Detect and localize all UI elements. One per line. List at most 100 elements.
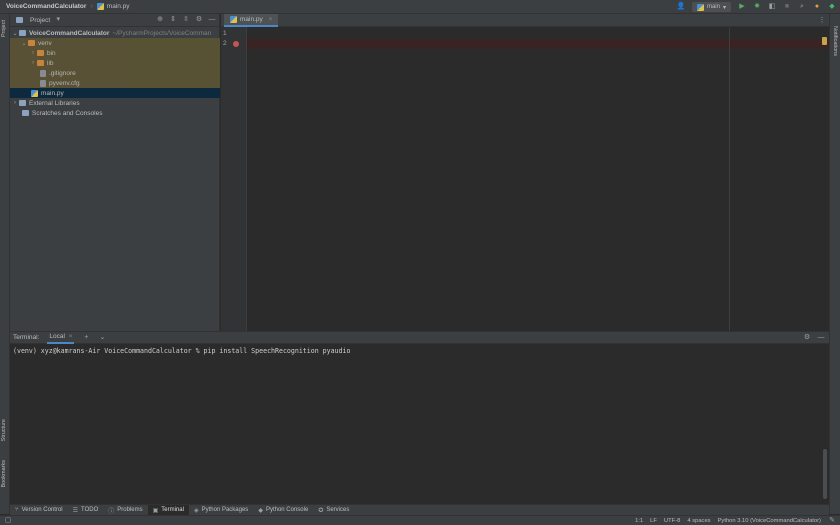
- project-panel-tools: ⊕ ⇕ ⇳ ⚙ —: [156, 16, 216, 24]
- tool-python-console[interactable]: ◆ Python Console: [253, 505, 313, 516]
- tool-label: TODO: [81, 507, 99, 513]
- tree-item-scratches[interactable]: Scratches and Consoles: [10, 108, 220, 118]
- line-number: 1: [223, 30, 227, 37]
- editor-gutter[interactable]: 1 2: [221, 27, 247, 331]
- services-icon: ✪: [318, 507, 324, 514]
- tree-item-bin[interactable]: › bin: [10, 48, 220, 58]
- new-terminal-icon[interactable]: +: [82, 334, 90, 342]
- terminal-tab-label: Local: [49, 333, 65, 340]
- tool-todo[interactable]: ☰ TODO: [68, 505, 104, 516]
- structure-tool-window-button[interactable]: Structure: [1, 419, 7, 441]
- project-view-icon: [16, 17, 23, 23]
- hide-panel-icon[interactable]: —: [817, 334, 825, 342]
- tree-item-gitignore[interactable]: .gitignore: [10, 68, 220, 78]
- folder-icon: [37, 60, 44, 66]
- right-margin-guide: [729, 27, 730, 331]
- breakpoint-icon[interactable]: [233, 41, 239, 47]
- packages-icon: ◈: [193, 507, 199, 514]
- run-icon[interactable]: ▶: [738, 3, 746, 11]
- python-interpreter[interactable]: Python 3.10 (VoiceCommandCalculator): [718, 518, 821, 524]
- line-separator[interactable]: LF: [650, 518, 657, 524]
- tree-item-lib[interactable]: › lib: [10, 58, 220, 68]
- text-file-icon: [40, 69, 46, 77]
- tool-problems[interactable]: ⓘ Problems: [103, 505, 147, 516]
- config-file-icon: [40, 79, 46, 87]
- tree-item-external-libraries[interactable]: › External Libraries: [10, 98, 220, 108]
- file-encoding[interactable]: UTF-8: [664, 518, 680, 524]
- terminal-output[interactable]: (venv) xyz@kamrans-Air VoiceCommandCalcu…: [10, 344, 829, 504]
- readonly-lock-icon[interactable]: ✎: [828, 517, 836, 525]
- chevron-down-icon[interactable]: ⌄: [11, 30, 19, 37]
- tree-item-label: venv: [38, 39, 52, 47]
- code-editor[interactable]: [247, 27, 829, 331]
- caret-position[interactable]: 1:1: [635, 518, 643, 524]
- terminal-icon: ▣: [152, 507, 159, 514]
- locate-file-icon[interactable]: ⊕: [156, 16, 164, 24]
- inspection-warning-marker[interactable]: [822, 37, 827, 45]
- tool-services[interactable]: ✪ Services: [313, 505, 354, 516]
- notifications-tool-window-button[interactable]: Notifications: [832, 26, 838, 56]
- folder-icon: [37, 50, 44, 56]
- tool-python-packages[interactable]: ◈ Python Packages: [189, 505, 253, 516]
- tree-item-pyvenv-cfg[interactable]: pyvenv.cfg: [10, 78, 220, 88]
- chevron-down-icon[interactable]: ⌄: [20, 40, 28, 47]
- navbar-actions: 👤 main ▾ ▶ ✹ ◧ ■ ⌕ ● ◆: [677, 0, 836, 14]
- project-tool-window-button[interactable]: Project: [1, 20, 7, 37]
- search-everywhere-icon[interactable]: ⌕: [798, 3, 806, 11]
- tree-item-label: bin: [47, 49, 56, 57]
- tree-item-project-root[interactable]: ⌄ VoiceCommandCalculator ~/PycharmProjec…: [10, 28, 220, 38]
- terminal-scrollbar[interactable]: [823, 449, 827, 499]
- list-icon: ☰: [72, 507, 79, 514]
- user-icon[interactable]: 👤: [677, 3, 686, 11]
- project-panel-header: Project ▾ ⊕ ⇕ ⇳ ⚙ —: [10, 14, 219, 27]
- expand-all-icon[interactable]: ⇕: [169, 16, 177, 24]
- ide-logo-icon[interactable]: ◆: [828, 3, 836, 11]
- toggle-tool-windows-icon[interactable]: ▢: [4, 517, 12, 525]
- tool-label: Version Control: [21, 507, 63, 513]
- gear-icon[interactable]: ⚙: [195, 16, 203, 24]
- tool-label: Python Console: [265, 507, 309, 513]
- tree-item-label: VoiceCommandCalculator: [29, 29, 110, 37]
- tab-main-py[interactable]: main.py ×: [224, 14, 279, 27]
- tree-item-venv[interactable]: ⌄ venv: [10, 38, 220, 48]
- run-configuration-select[interactable]: main ▾: [691, 2, 731, 12]
- editor-tab-bar: main.py × ⋮: [221, 14, 829, 27]
- project-view-select[interactable]: Project: [30, 17, 50, 24]
- file-breadcrumb[interactable]: main.py: [96, 3, 130, 10]
- chevron-right-icon[interactable]: ›: [29, 50, 37, 56]
- stop-icon[interactable]: ■: [783, 3, 791, 11]
- updates-icon[interactable]: ●: [813, 3, 821, 11]
- navigation-bar: VoiceCommandCalculator › main.py 👤 main …: [0, 0, 840, 14]
- chevron-right-icon[interactable]: ›: [11, 100, 19, 106]
- close-icon[interactable]: ×: [69, 334, 73, 340]
- chevron-down-icon[interactable]: ⌄: [98, 334, 106, 342]
- close-icon[interactable]: ×: [269, 17, 273, 23]
- tab-label: main.py: [240, 16, 263, 23]
- tree-item-main-py[interactable]: main.py: [10, 88, 220, 98]
- chevron-down-icon: ▾: [722, 4, 726, 11]
- coverage-icon[interactable]: ◧: [768, 3, 776, 11]
- line-number: 2: [223, 40, 227, 47]
- collapse-all-icon[interactable]: ⇳: [182, 16, 190, 24]
- tool-label: Python Packages: [201, 507, 249, 513]
- info-icon: ⓘ: [108, 508, 115, 515]
- terminal-tools: ⚙ —: [803, 334, 825, 342]
- project-name-breadcrumb[interactable]: VoiceCommandCalculator: [6, 3, 86, 10]
- tool-version-control[interactable]: ⑂ Version Control: [10, 505, 68, 516]
- tool-terminal[interactable]: ▣ Terminal: [147, 504, 189, 516]
- indent-setting[interactable]: 4 spaces: [687, 518, 710, 524]
- tree-item-label: main.py: [41, 89, 64, 97]
- tree-item-label: lib: [47, 59, 54, 67]
- tool-label: Problems: [117, 507, 143, 513]
- hide-panel-icon[interactable]: —: [208, 16, 216, 24]
- breadcrumb-separator: ›: [90, 3, 93, 10]
- bookmarks-tool-window-button[interactable]: Bookmarks: [1, 460, 7, 488]
- terminal-tab-local[interactable]: Local ×: [47, 331, 75, 344]
- file-breadcrumb-label: main.py: [106, 3, 130, 10]
- more-options-icon[interactable]: ⋮: [818, 17, 826, 25]
- chevron-right-icon[interactable]: ›: [29, 60, 37, 66]
- chevron-down-icon[interactable]: ▾: [54, 16, 62, 24]
- gear-icon[interactable]: ⚙: [803, 334, 811, 342]
- terminal-header: Terminal: Local × + ⌄ ⚙ —: [10, 331, 829, 344]
- debug-icon[interactable]: ✹: [753, 3, 761, 11]
